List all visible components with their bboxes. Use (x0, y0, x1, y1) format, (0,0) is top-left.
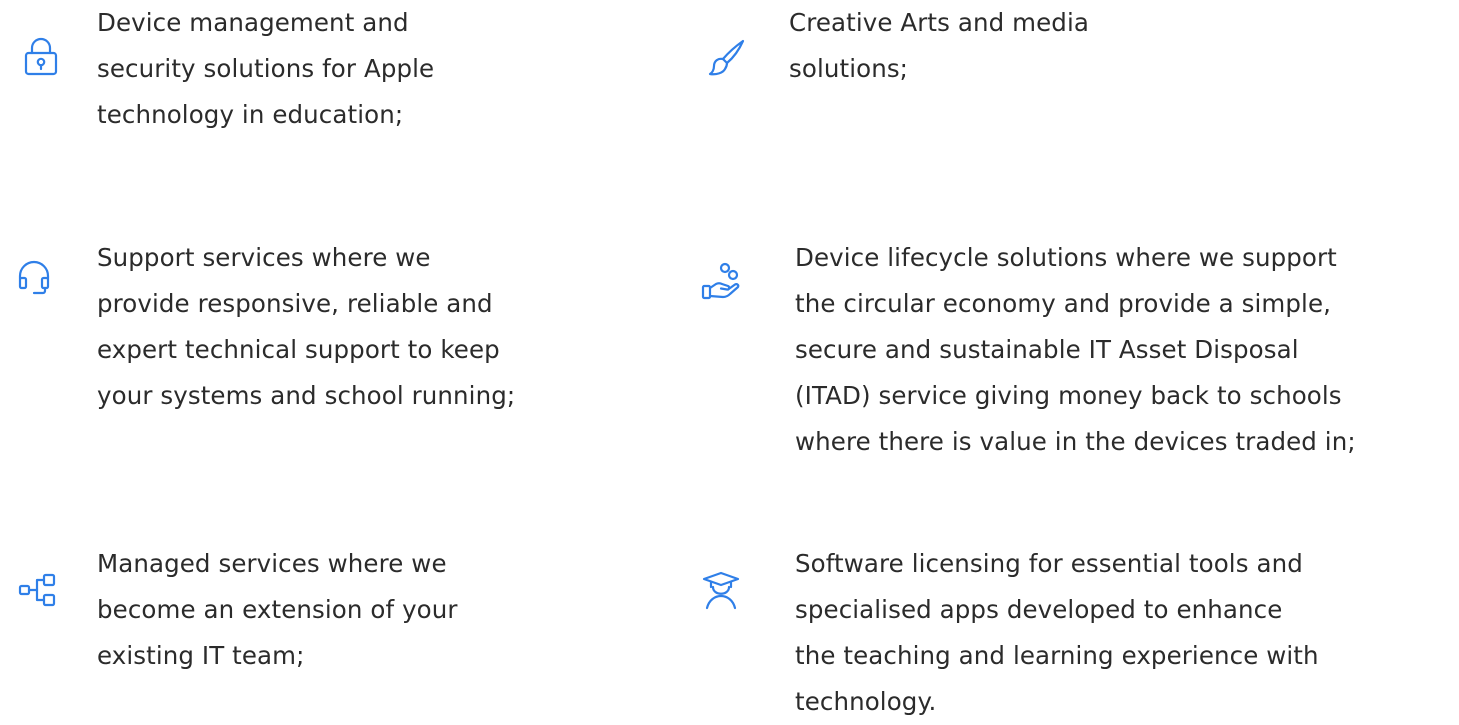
paintbrush-icon (706, 38, 746, 78)
feature-text: Software licensing for essential tools a… (795, 549, 1319, 716)
graduate-icon (701, 570, 741, 610)
headset-icon (14, 257, 54, 297)
feature-text: Device lifecycle solutions where we supp… (795, 243, 1356, 456)
feature-text: Creative Arts and media solutions; (789, 8, 1089, 83)
network-nodes-icon (17, 570, 57, 610)
feature-text: Device management and security solutions… (97, 8, 435, 129)
feature-text: Managed services where we become an exte… (97, 549, 458, 670)
hand-with-coins-icon (701, 262, 741, 302)
padlock-icon (21, 37, 61, 77)
feature-text: Support services where we provide respon… (97, 243, 516, 410)
